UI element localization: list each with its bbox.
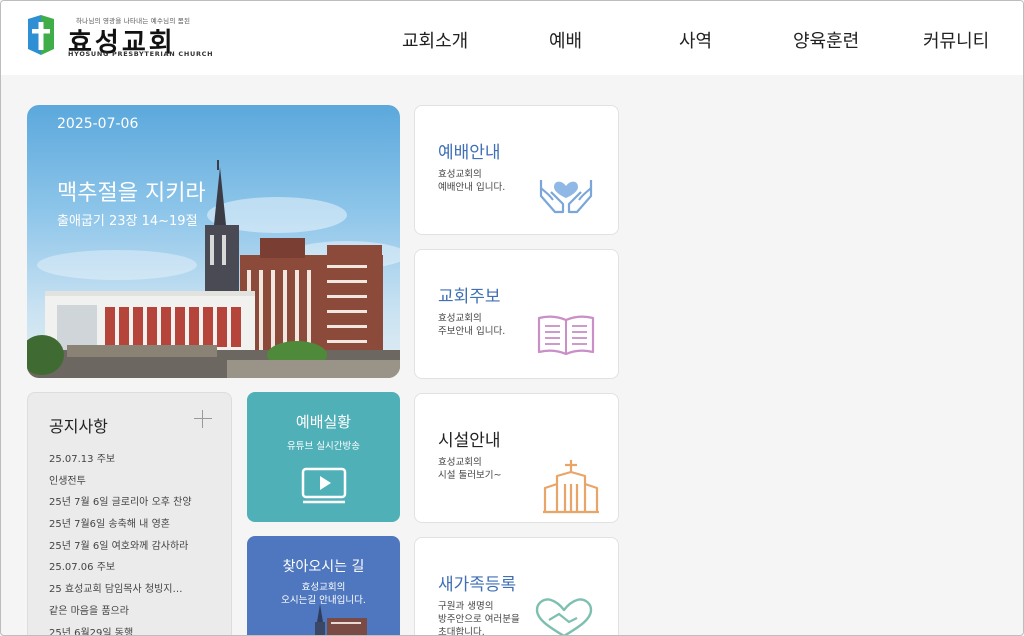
open-book-icon <box>537 315 595 356</box>
nav-worship[interactable]: 예배 <box>549 27 582 53</box>
facility-desc-line2: 시설 둘러보기~ <box>438 470 502 481</box>
notice-board: 공지사항 25.07.13 주보 인생전투 25년 7월 6일 글로리아 오후 … <box>27 392 232 636</box>
worship-info-desc-line2: 예배안내 입니다. <box>438 182 506 193</box>
worship-info-desc: 효성교회의예배안내 입니다. <box>438 168 505 194</box>
notice-item[interactable]: 25년 7월 6일 글로리아 오후 찬양 <box>49 496 192 518</box>
nav-training[interactable]: 양육훈련 <box>793 27 859 53</box>
live-worship-card[interactable]: 예배실황 유튜브 실시간방송 <box>247 392 400 522</box>
page-frame: 하나님의 영광을 나타내는 예수님의 몸된 효성교회 HYOSUNG PRESB… <box>0 0 1024 636</box>
worship-info-desc-line1: 효성교회의 <box>438 169 482 180</box>
church-photo <box>27 160 400 378</box>
directions-card[interactable]: 찾아오시는 길 효성교회의 오시는길 안내입니다. <box>247 536 400 635</box>
facility-title: 시설안내 <box>438 431 501 451</box>
new-family-desc-line1: 구원과 생명의 <box>438 601 494 612</box>
praying-hands-heart-icon <box>539 180 593 214</box>
worship-info-card[interactable]: 예배안내 효성교회의예배안내 입니다. <box>414 105 619 235</box>
new-family-card[interactable]: 새가족등록 구원과 생명의방주안으로 여러분을초대합니다. <box>414 537 619 636</box>
notice-item[interactable]: 같은 마음을 품으라 <box>49 605 192 627</box>
notice-item[interactable]: 25년 7월6일 송축해 내 영혼 <box>49 518 192 540</box>
site-header: 하나님의 영광을 나타내는 예수님의 몸된 효성교회 HYOSUNG PRESB… <box>1 1 1023 75</box>
facility-desc-line1: 효성교회의 <box>438 457 482 468</box>
church-thumbnail-icon <box>315 604 367 635</box>
bulletin-card[interactable]: 교회주보 효성교회의주보안내 입니다. <box>414 249 619 379</box>
video-play-icon <box>301 467 347 504</box>
notice-item[interactable]: 인생전투 <box>49 475 192 497</box>
directions-subtitle-line1: 효성교회의 <box>301 582 346 593</box>
more-plus-icon[interactable] <box>194 410 212 428</box>
notice-list: 25.07.13 주보 인생전투 25년 7월 6일 글로리아 오후 찬양 25… <box>49 453 192 636</box>
facility-desc: 효성교회의시설 둘러보기~ <box>438 456 501 482</box>
notice-item[interactable]: 25 효성교회 담임목사 청빙지… <box>49 583 192 605</box>
new-family-title: 새가족등록 <box>438 575 517 595</box>
nav-community[interactable]: 커뮤니티 <box>923 27 989 53</box>
bulletin-desc-line1: 효성교회의 <box>438 313 482 324</box>
logo-english-name: HYOSUNG PRESBYTERIAN CHURCH <box>68 50 214 58</box>
sermon-banner[interactable]: 2025-07-06 맥추절을 지키라 출애굽기 23장 14~19절 <box>27 105 400 378</box>
church-logo[interactable]: 하나님의 영광을 나타내는 예수님의 몸된 효성교회 HYOSUNG PRESB… <box>26 13 213 59</box>
nav-ministry[interactable]: 사역 <box>679 27 712 53</box>
notice-title: 공지사항 <box>49 417 108 436</box>
heart-handshake-icon <box>535 598 593 635</box>
bulletin-title: 교회주보 <box>438 287 501 307</box>
new-family-desc-line2: 방주안으로 여러분을 <box>438 614 520 625</box>
new-family-desc-line3: 초대합니다. <box>438 627 485 636</box>
nav-about[interactable]: 교회소개 <box>402 27 468 53</box>
cross-logo-icon <box>28 15 54 55</box>
facility-card[interactable]: 시설안내 효성교회의시설 둘러보기~ <box>414 393 619 523</box>
notice-item[interactable]: 25년 7월 6일 여호와께 감사하라 <box>49 540 192 562</box>
live-worship-title: 예배실황 <box>295 413 352 431</box>
bulletin-desc: 효성교회의주보안내 입니다. <box>438 312 505 338</box>
notice-item[interactable]: 25.07.06 주보 <box>49 561 192 583</box>
notice-item[interactable]: 25.07.13 주보 <box>49 453 192 475</box>
notice-item[interactable]: 25년 6월29일 동행 <box>49 627 192 636</box>
new-family-desc: 구원과 생명의방주안으로 여러분을초대합니다. <box>438 600 520 636</box>
sermon-scripture: 출애굽기 23장 14~19절 <box>57 214 198 229</box>
sermon-date: 2025-07-06 <box>57 116 139 132</box>
church-building-icon <box>543 460 599 514</box>
sermon-title: 맥추절을 지키라 <box>57 181 206 206</box>
worship-info-title: 예배안내 <box>438 143 501 163</box>
live-worship-subtitle: 유튜브 실시간방송 <box>287 441 360 452</box>
bulletin-desc-line2: 주보안내 입니다. <box>438 326 506 337</box>
directions-title: 찾아오시는 길 <box>282 559 365 575</box>
